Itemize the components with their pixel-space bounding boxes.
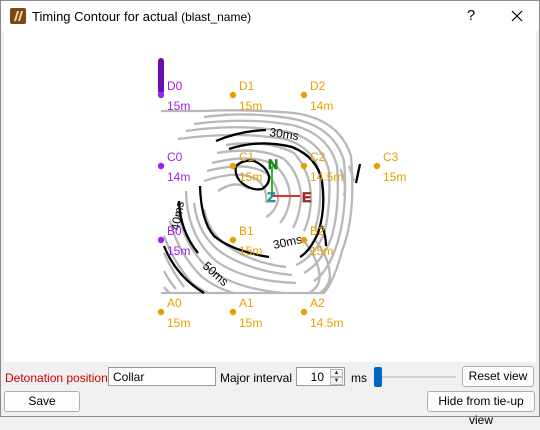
- slider-thumb[interactable]: [374, 367, 382, 387]
- blast-hole[interactable]: C315m: [373, 150, 407, 184]
- contour-label: 50ms: [200, 259, 231, 289]
- timing-contour-window: Timing Contour for actual (blast_name) ?: [0, 0, 540, 427]
- hole-delay: 15m: [167, 244, 190, 258]
- hole-delay: 15m: [239, 316, 262, 330]
- hole-delay: 14.5m: [310, 316, 343, 330]
- blast-hole[interactable]: A115m: [229, 296, 263, 330]
- detonation-position-select[interactable]: Collar: [108, 367, 216, 386]
- hole-marker[interactable]: [373, 162, 381, 170]
- help-button[interactable]: ?: [457, 3, 485, 29]
- hole-marker[interactable]: [229, 308, 237, 316]
- reset-view-button[interactable]: Reset view: [462, 366, 534, 387]
- hole-name: A2: [310, 296, 325, 310]
- window-title-suffix: (blast_name): [181, 10, 252, 24]
- blast-hole[interactable]: A015m: [157, 296, 191, 330]
- hole-marker[interactable]: [300, 162, 308, 170]
- hole-name: A0: [167, 296, 182, 310]
- hole-marker[interactable]: [300, 236, 308, 244]
- hole-delay: 14m: [167, 170, 190, 184]
- hole-delay: 15m: [167, 99, 190, 113]
- hole-name: C3: [383, 150, 399, 164]
- hole-name: D0: [167, 79, 183, 93]
- interval-slider[interactable]: [374, 367, 458, 387]
- window-title-text: Timing Contour for actual: [32, 9, 178, 24]
- hole-marker[interactable]: [229, 162, 237, 170]
- hole-marker[interactable]: [229, 91, 237, 99]
- hole-delay: 15m: [167, 316, 190, 330]
- hole-delay: 14.5m: [310, 170, 343, 184]
- hide-from-tie-up-button[interactable]: Hide from tie-up view: [427, 391, 535, 427]
- blast-app-icon: [10, 8, 26, 24]
- blast-hole[interactable]: D115m: [229, 79, 263, 113]
- hole-marker[interactable]: [300, 91, 308, 99]
- window-title: Timing Contour for actual (blast_name): [32, 9, 251, 24]
- hole-marker[interactable]: [229, 236, 237, 244]
- contour-label: 30ms: [269, 125, 300, 143]
- blast-hole[interactable]: C014m: [157, 150, 191, 184]
- minor-contours: [161, 109, 356, 295]
- hole-name: C0: [167, 150, 183, 164]
- hole-name: D2: [310, 79, 326, 93]
- hole-name: B0: [167, 224, 182, 238]
- major-interval-spinbox[interactable]: 10 ▲ ▼: [296, 367, 345, 386]
- initiator-marker: [158, 58, 164, 94]
- blast-hole[interactable]: B115m: [229, 224, 263, 258]
- hole-delay: 15m: [383, 170, 406, 184]
- control-panel: Detonation position Collar Major interva…: [1, 363, 539, 427]
- spin-up-icon[interactable]: ▲: [330, 369, 343, 377]
- hole-name: C1: [239, 150, 255, 164]
- close-icon[interactable]: [501, 3, 533, 29]
- blast-hole[interactable]: D214m: [300, 79, 334, 113]
- north-label: N: [268, 156, 278, 172]
- major-interval-label: Major interval: [220, 371, 293, 385]
- hole-name: B1: [239, 224, 254, 238]
- hole-marker[interactable]: [300, 308, 308, 316]
- hole-name: C2: [310, 150, 326, 164]
- hole-delay: 14m: [310, 99, 333, 113]
- hole-marker[interactable]: [157, 162, 165, 170]
- hole-delay: 15m: [239, 244, 262, 258]
- contour-label: 30ms: [272, 232, 304, 252]
- hole-marker[interactable]: [157, 91, 165, 99]
- hole-name: A1: [239, 296, 254, 310]
- hole-delay: 15m: [239, 170, 262, 184]
- hole-delay: 15m: [239, 99, 262, 113]
- up-label: Z: [267, 189, 276, 205]
- detonation-position-label: Detonation position: [5, 371, 108, 385]
- spin-down-icon[interactable]: ▼: [330, 377, 343, 385]
- contour-plot-canvas[interactable]: 30ms 40ms 30ms 50ms N E Z D0 15m D1 15m D2 14…: [4, 31, 536, 362]
- hole-delay: 15m: [310, 244, 333, 258]
- hole-marker[interactable]: [157, 308, 165, 316]
- hole-name: B2: [310, 224, 325, 238]
- hole-marker[interactable]: [157, 236, 165, 244]
- hole-name: D1: [239, 79, 255, 93]
- title-bar: Timing Contour for actual (blast_name) ?: [1, 1, 539, 31]
- contour-plot: 30ms 40ms 30ms 50ms N E Z D015mD115mD214…: [157, 58, 407, 330]
- slider-track[interactable]: [376, 376, 456, 378]
- east-label: E: [302, 189, 311, 205]
- blast-hole[interactable]: A2 14.5m: [300, 296, 344, 330]
- save-button[interactable]: Save: [4, 391, 80, 412]
- unit-label: ms: [351, 371, 367, 385]
- major-interval-value[interactable]: 10: [311, 370, 324, 384]
